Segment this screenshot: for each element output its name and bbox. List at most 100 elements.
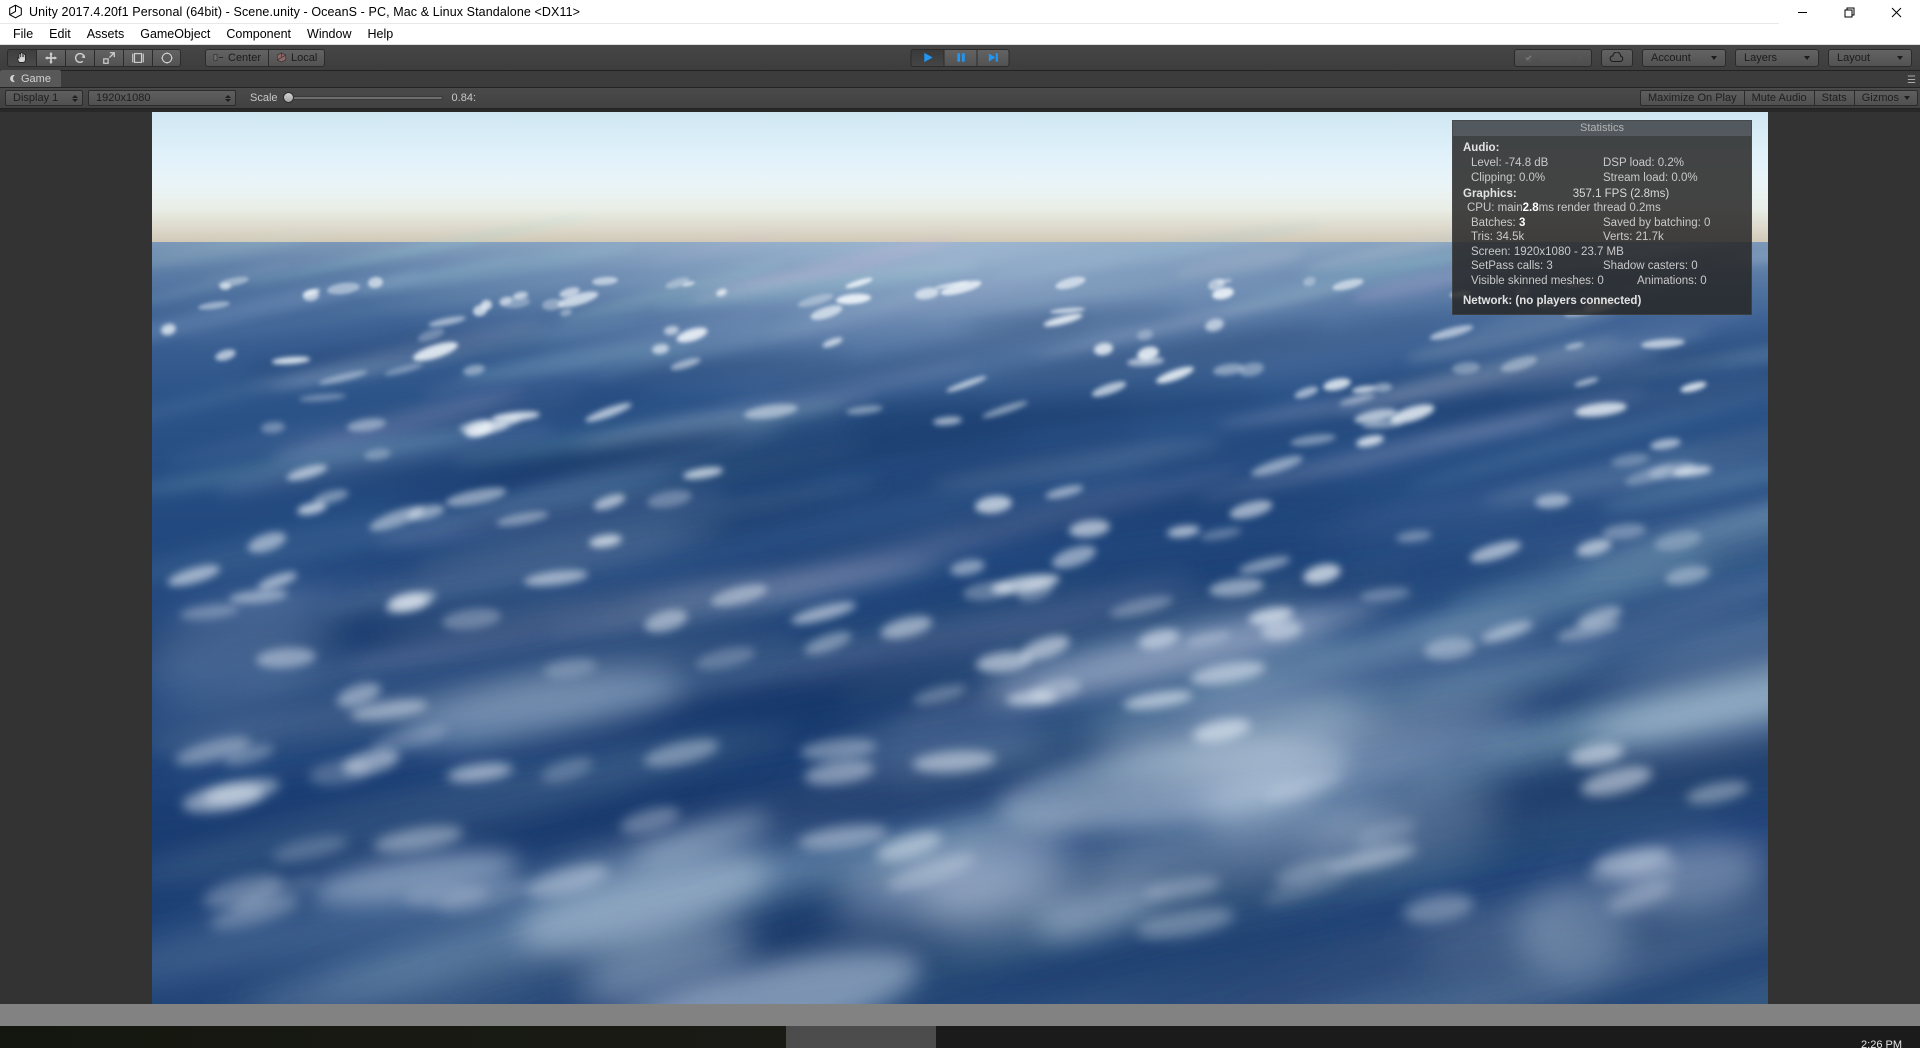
- graphics-row-skinned: Visible skinned meshes: 0 Animations: 0: [1453, 274, 1751, 289]
- tris-value: Tris: 34.5k: [1471, 231, 1525, 243]
- collab-label: Collab: [1539, 51, 1571, 64]
- cloud-button[interactable]: [1601, 48, 1633, 67]
- minimize-icon[interactable]: [1779, 0, 1826, 24]
- saved-by-batching: Saved by batching: 0: [1603, 216, 1711, 229]
- play-button[interactable]: [910, 48, 944, 67]
- verts-value: Verts: 21.7k: [1603, 231, 1664, 243]
- account-button[interactable]: Account: [1642, 48, 1726, 67]
- menu-item-edit[interactable]: Edit: [41, 25, 79, 43]
- taskbar-right: [936, 1026, 1920, 1048]
- cpu-prefix: CPU: main: [1467, 202, 1523, 214]
- chevron-down-icon: [1804, 55, 1810, 60]
- stats-label: Stats: [1821, 92, 1847, 104]
- window-title-text: Unity 2017.4.20f1 Personal (64bit) - Sce…: [29, 4, 581, 19]
- statistics-body: Audio: Level: -74.8 dB DSP load: 0.2% Cl…: [1453, 136, 1751, 314]
- setpass-calls: SetPass calls: 3: [1471, 260, 1553, 272]
- os-taskbar: 2:26 PM: [0, 1026, 1920, 1048]
- game-tab-icon: [10, 74, 15, 83]
- gizmos-button[interactable]: Gizmos: [1853, 90, 1918, 106]
- center-icon: [213, 53, 224, 62]
- graphics-section-title: Graphics:: [1463, 188, 1517, 200]
- statistics-panel: Statistics Audio: Level: -74.8 dB DSP lo…: [1452, 120, 1752, 315]
- step-icon: [988, 53, 998, 62]
- hand-tool-icon[interactable]: [7, 48, 36, 67]
- layout-button[interactable]: Layout: [1828, 48, 1912, 67]
- menu-item-file[interactable]: File: [5, 25, 41, 43]
- tab-game-label: Game: [21, 72, 51, 85]
- audio-section-title: Audio:: [1463, 142, 1500, 154]
- display-dropdown-label: Display 1: [13, 92, 59, 104]
- menu-item-gameobject[interactable]: GameObject: [132, 25, 218, 43]
- audio-level: Level: -74.8 dB: [1471, 157, 1549, 169]
- main-toolbar: Center Local Collab Account Layers Layou…: [0, 45, 1920, 71]
- move-tool-icon[interactable]: [36, 48, 65, 67]
- chevron-down-icon: [1577, 55, 1583, 60]
- network-status: Network: (no players connected): [1463, 295, 1642, 307]
- pivot-rotation-button[interactable]: Local: [268, 48, 326, 67]
- scale-slider-knob[interactable]: [282, 92, 294, 103]
- menu-item-assets[interactable]: Assets: [79, 25, 133, 43]
- editor-tab-bar: Game ☰: [0, 70, 1920, 88]
- layers-button[interactable]: Layers: [1735, 48, 1819, 67]
- audio-row-level: Level: -74.8 dB DSP load: 0.2%: [1453, 156, 1751, 171]
- game-view-toolbar-right: Maximize On Play Mute Audio Stats Gizmos: [1639, 90, 1918, 106]
- chevron-updown-icon: [72, 94, 78, 102]
- pivot-mode-label: Center: [228, 51, 262, 64]
- animations-count: Animations: 0: [1637, 274, 1707, 287]
- maximize-on-play-button[interactable]: Maximize On Play: [1639, 90, 1744, 106]
- stats-button[interactable]: Stats: [1813, 90, 1854, 106]
- window-title-bar: Unity 2017.4.20f1 Personal (64bit) - Sce…: [0, 0, 1920, 24]
- collab-check-icon: [1523, 52, 1533, 63]
- rendered-game-scene[interactable]: Statistics Audio: Level: -74.8 dB DSP lo…: [152, 112, 1768, 1004]
- menu-item-window[interactable]: Window: [299, 25, 359, 43]
- restore-icon[interactable]: [1826, 0, 1873, 24]
- pivot-mode-button[interactable]: Center: [205, 48, 269, 67]
- statistics-header: Statistics: [1453, 121, 1751, 136]
- taskbar-active-window[interactable]: [786, 1026, 936, 1048]
- chevron-updown-icon: [225, 94, 231, 102]
- taskbar-clock[interactable]: 2:26 PM: [1861, 1040, 1902, 1048]
- menu-item-help[interactable]: Help: [359, 25, 401, 43]
- menu-item-component[interactable]: Component: [218, 25, 299, 43]
- account-label: Account: [1651, 51, 1691, 64]
- resolution-dropdown[interactable]: 1920x1080: [88, 90, 236, 106]
- transform-tools-group: [7, 48, 181, 67]
- window-controls: [1779, 0, 1920, 24]
- graphics-section-header: Graphics: 357.1 FPS (2.8ms): [1453, 185, 1751, 201]
- scale-tool-icon[interactable]: [94, 48, 123, 67]
- cloud-icon: [1609, 52, 1624, 63]
- step-button[interactable]: [976, 48, 1010, 67]
- game-viewport[interactable]: Statistics Audio: Level: -74.8 dB DSP lo…: [0, 112, 1920, 1018]
- graphics-row-setpass: SetPass calls: 3 Shadow casters: 0: [1453, 259, 1751, 274]
- collab-button[interactable]: Collab: [1513, 48, 1592, 67]
- graphics-row-tris: Tris: 34.5k Verts: 21.7k: [1453, 230, 1751, 245]
- mute-audio-button[interactable]: Mute Audio: [1743, 90, 1814, 106]
- graphics-row-cpu: CPU: main 2.8 ms render thread 0.2ms: [1453, 201, 1751, 216]
- audio-stream-load: Stream load: 0.0%: [1603, 171, 1698, 184]
- audio-row-clipping: Clipping: 0.0% Stream load: 0.0%: [1453, 171, 1751, 186]
- pause-button[interactable]: [943, 48, 977, 67]
- taskbar-left: [0, 1026, 786, 1048]
- maximize-on-play-label: Maximize On Play: [1647, 92, 1737, 104]
- fps-value: 357.1 FPS (2.8ms): [1572, 188, 1670, 200]
- batches-prefix: Batches:: [1471, 216, 1519, 229]
- audio-dsp-load: DSP load: 0.2%: [1603, 157, 1684, 169]
- chevron-down-icon: [1897, 55, 1903, 60]
- local-icon: [276, 52, 287, 63]
- pause-icon: [956, 53, 965, 62]
- display-dropdown[interactable]: Display 1: [5, 90, 83, 106]
- resolution-dropdown-label: 1920x1080: [96, 92, 151, 104]
- menu-bar: File Edit Assets GameObject Component Wi…: [0, 24, 1920, 45]
- ocean-surface: [152, 242, 1768, 1004]
- scale-slider[interactable]: [282, 90, 443, 106]
- pivot-rotation-label: Local: [291, 51, 318, 64]
- batches-value: 3: [1518, 216, 1526, 229]
- visible-skinned-meshes: Visible skinned meshes: 0: [1471, 274, 1604, 287]
- rotate-tool-icon[interactable]: [65, 48, 94, 67]
- tab-options-icon[interactable]: ☰: [1907, 76, 1916, 86]
- transform-tool-icon[interactable]: [152, 48, 181, 67]
- mute-audio-label: Mute Audio: [1751, 92, 1807, 104]
- tab-game[interactable]: Game: [0, 70, 61, 87]
- close-icon[interactable]: [1873, 0, 1920, 24]
- rect-tool-icon[interactable]: [123, 48, 152, 67]
